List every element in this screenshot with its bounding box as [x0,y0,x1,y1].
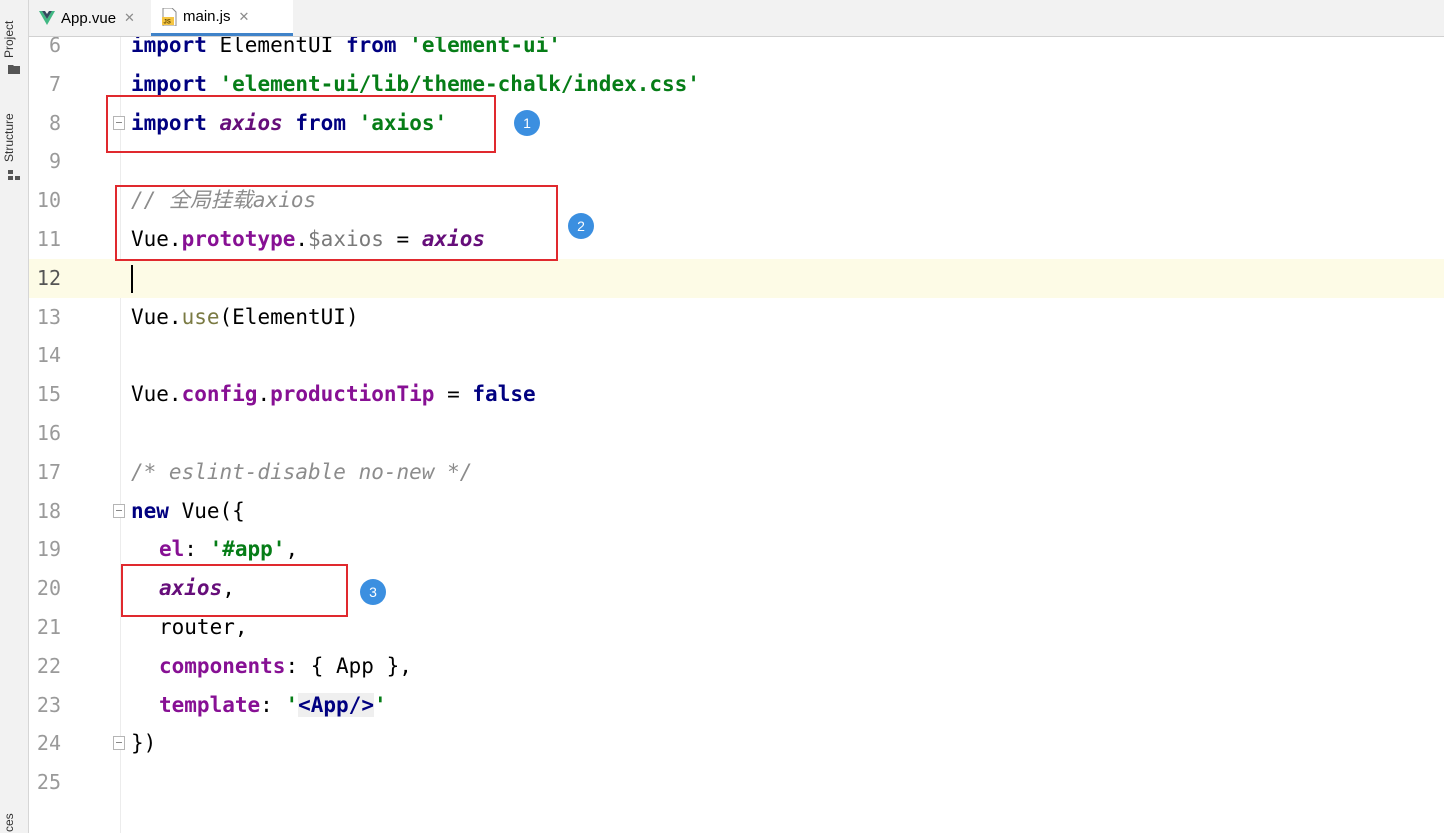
line-number: 14 [36,343,61,368]
line-code [131,259,133,298]
line-number: 23 [36,692,61,717]
close-icon[interactable]: ✕ [239,9,250,25]
close-icon[interactable]: ✕ [124,10,135,26]
line-number: 9 [48,149,61,174]
annotation-badge-2: 2 [568,213,594,239]
line-code: new Vue({ [131,498,245,523]
tab-label: App.vue [61,9,117,27]
structure-icon[interactable] [8,170,20,180]
fold-marker-icon[interactable] [113,503,125,518]
line-number: 6 [48,37,61,57]
line-code: Vue.config.productionTip = false [131,382,536,407]
vue-icon [39,11,55,25]
line-number: 12 [36,265,61,290]
bottom-tool-button[interactable]: ces [2,813,16,832]
line-number: 25 [36,770,61,795]
line-number: 15 [36,382,61,407]
fold-marker-icon[interactable] [113,736,125,751]
tab-main-js[interactable]: JS main.js ✕ [151,0,293,36]
line-number: 19 [36,537,61,562]
code-line[interactable]: 25 [29,763,1444,802]
line-number: 8 [48,110,61,135]
annotation-box-1 [106,95,496,153]
code-line[interactable]: 13 Vue.use(ElementUI) [29,298,1444,337]
code-line[interactable]: 22 components: { App }, [29,647,1444,686]
annotation-badge-1: 1 [514,110,540,136]
text-caret [131,264,133,293]
line-number: 7 [48,71,61,96]
code-line[interactable]: 17 /* eslint-disable no-new */ [29,453,1444,492]
line-number: 22 [36,653,61,678]
line-number: 11 [36,227,61,251]
tab-label: main.js [183,8,231,25]
tool-window-strip: Project Structure ces [0,0,29,833]
line-number: 21 [36,615,61,639]
line-code: components: { App }, [159,653,412,678]
line-number: 24 [36,731,61,756]
code-line-current[interactable]: 12 [29,258,1444,298]
code-line[interactable]: 23 template: '<App/>' [29,686,1444,725]
line-number: 16 [36,421,61,445]
code-line[interactable]: 6 import ElementUI from 'element-ui' [29,37,1444,65]
line-number: 17 [36,459,61,484]
code-line[interactable]: 16 [29,414,1444,453]
line-code: import ElementUI from 'element-ui' [131,37,561,57]
line-number: 18 [36,498,61,523]
code-line[interactable]: 15 Vue.config.productionTip = false [29,375,1444,414]
line-number: 13 [36,304,61,329]
folder-icon[interactable] [8,64,20,74]
line-number: 20 [36,576,61,601]
annotation-box-2 [115,185,558,261]
line-code: template: '<App/>' [159,692,387,717]
structure-tool-button[interactable]: Structure [2,113,16,162]
code-line[interactable]: 18 new Vue({ [29,492,1444,531]
line-number: 10 [36,188,61,213]
annotation-box-3 [121,564,348,617]
editor-tab-bar: App.vue ✕ JS main.js ✕ [29,0,1444,37]
line-code: /* eslint-disable no-new */ [131,459,473,484]
line-code: Vue.use(ElementUI) [131,304,359,329]
tab-app-vue[interactable]: App.vue ✕ [39,0,151,36]
code-editor[interactable]: 6 import ElementUI from 'element-ui' 7 i… [29,37,1444,833]
annotation-badge-3: 3 [360,579,386,605]
line-code: }) [131,731,157,756]
svg-text:JS: JS [164,19,171,25]
project-tool-button[interactable]: Project [2,21,16,58]
js-file-icon: JS [162,7,177,26]
code-line[interactable]: 14 [29,336,1444,375]
code-line[interactable]: 24 }) [29,724,1444,763]
